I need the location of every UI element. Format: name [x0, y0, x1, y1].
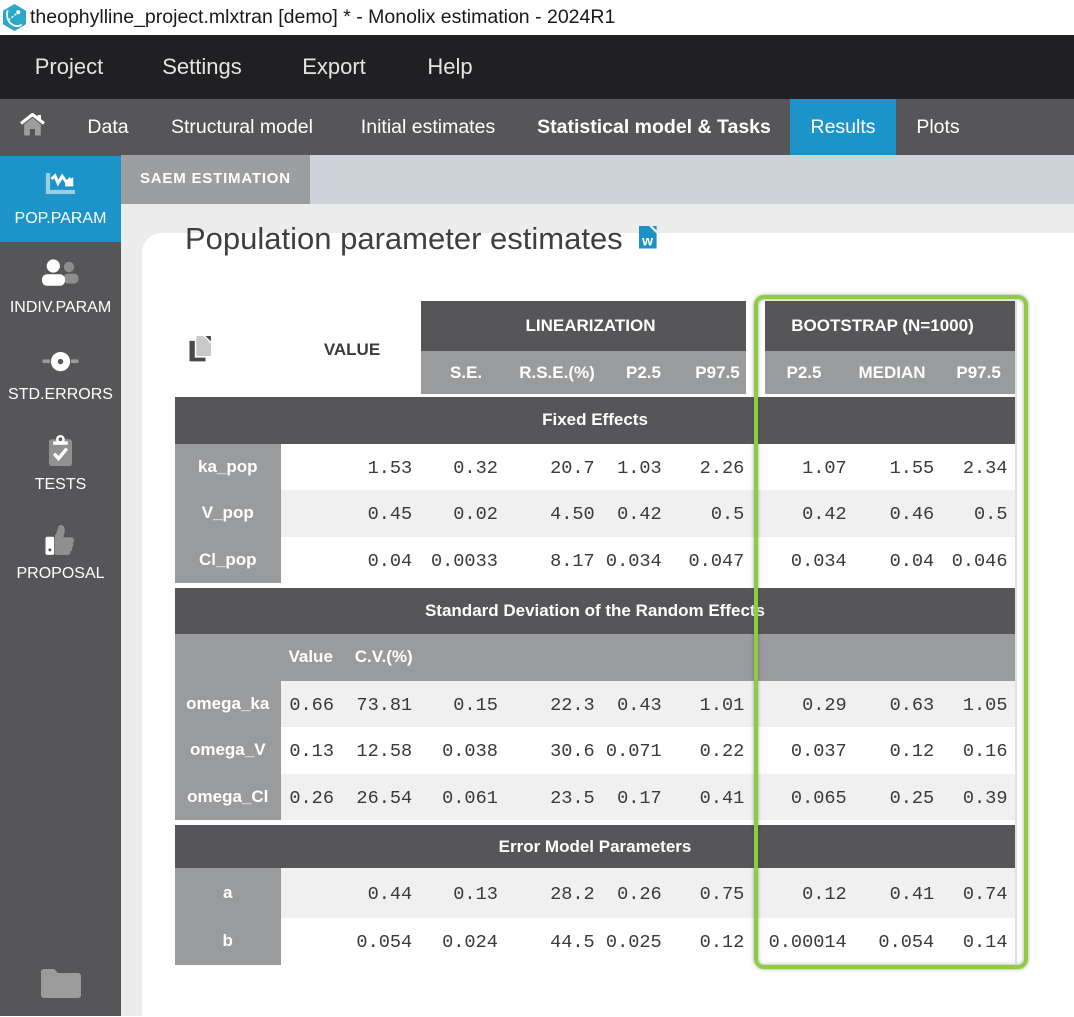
svg-text:w: w	[641, 232, 653, 248]
